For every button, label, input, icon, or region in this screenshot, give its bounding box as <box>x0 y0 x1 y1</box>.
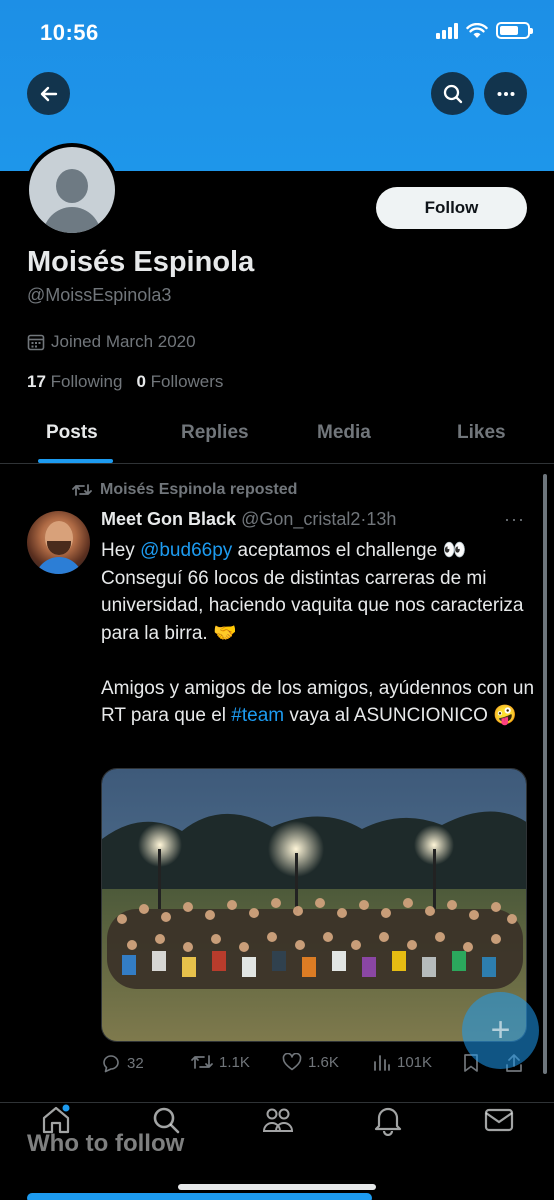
search-icon <box>443 84 462 103</box>
plus-icon: + <box>490 1011 511 1049</box>
who-to-follow-heading: Who to follow <box>27 1130 185 1157</box>
tab-replies[interactable]: Replies <box>181 422 249 444</box>
followers-link[interactable]: 0 Followers <box>136 372 223 392</box>
heart-icon <box>282 1053 302 1071</box>
compose-button[interactable]: + <box>462 992 539 1069</box>
tweet-author-avatar[interactable] <box>27 511 90 574</box>
tab-media[interactable]: Media <box>317 422 371 444</box>
joined-date: Joined March 2020 <box>27 332 196 352</box>
tweet-more-icon[interactable]: ··· <box>504 509 525 530</box>
repost-label: Moisés Espinola reposted <box>100 481 298 498</box>
search-button[interactable] <box>431 72 474 115</box>
profile-name: Moisés Espinola <box>27 246 255 278</box>
tab-posts[interactable]: Posts <box>46 422 98 444</box>
tweet-mention[interactable]: @bud66py <box>140 540 232 561</box>
like-button[interactable]: 1.6K <box>282 1053 339 1071</box>
more-button[interactable] <box>484 72 527 115</box>
communities-icon <box>262 1108 294 1132</box>
status-time: 10:56 <box>40 20 99 45</box>
calendar-icon <box>27 334 45 351</box>
nav-notifications[interactable] <box>373 1104 403 1141</box>
profile-tabs: Posts Replies Media Likes <box>0 404 554 464</box>
tweet-photo[interactable] <box>101 768 527 1042</box>
tweet-time[interactable]: 13h <box>366 509 396 529</box>
tweet-text-hey: Hey <box>101 540 141 561</box>
nav-communities[interactable] <box>261 1104 295 1141</box>
more-horizontal-icon <box>497 91 514 96</box>
follow-button[interactable]: Follow <box>376 187 527 229</box>
retweet-count: 1.1K <box>219 1053 250 1071</box>
following-label: Following <box>50 372 123 391</box>
profile-handle: @MoissEspinola3 <box>27 285 172 305</box>
back-button[interactable] <box>27 72 70 115</box>
tweet-text-line3-end: vaya al ASUNCIONICO 🤪 <box>284 705 517 726</box>
tweet-author-name[interactable]: Meet Gon Black <box>101 509 236 529</box>
status-bar: 10:56 <box>0 0 554 66</box>
battery-icon <box>496 22 533 39</box>
followers-label: Followers <box>150 372 224 391</box>
tweet-author-handle[interactable]: @Gon_cristal2 <box>241 509 360 529</box>
joined-text: Joined March 2020 <box>51 332 196 351</box>
like-count: 1.6K <box>308 1053 339 1071</box>
view-count: 101K <box>397 1053 433 1071</box>
tweet-actions: 32 1.1K 1.6K 101K <box>101 1053 531 1079</box>
views-button[interactable]: 101K <box>373 1053 432 1071</box>
repost-indicator: Moisés Espinola reposted <box>72 481 297 499</box>
active-tab-indicator <box>38 459 113 463</box>
following-link[interactable]: 17 Following <box>27 372 122 392</box>
profile-avatar[interactable] <box>25 143 119 237</box>
tweet-text-line1: aceptamos el challenge 👀 <box>232 540 467 561</box>
repost-icon <box>72 484 92 496</box>
reply-button[interactable]: 32 <box>101 1053 144 1073</box>
group-photo <box>102 769 526 1041</box>
messages-icon <box>484 1108 514 1132</box>
reply-icon <box>103 1055 119 1073</box>
tab-likes[interactable]: Likes <box>457 422 506 444</box>
notifications-icon <box>374 1107 402 1137</box>
views-icon <box>374 1055 390 1071</box>
followers-count: 0 <box>136 372 146 391</box>
tweet-hashtag[interactable]: #team <box>231 705 284 726</box>
tweet-text: Hey @bud66py aceptamos el challenge 👀 Co… <box>101 537 541 730</box>
scrollbar[interactable] <box>543 474 547 1074</box>
arrow-left-icon <box>40 86 57 101</box>
default-avatar-icon <box>29 147 115 233</box>
wifi-icon <box>466 22 488 38</box>
reply-count: 32 <box>127 1054 144 1072</box>
retweet-button[interactable]: 1.1K <box>191 1053 250 1071</box>
follow-stats: 17 Following 0 Followers <box>27 372 223 392</box>
signal-icon <box>436 22 458 39</box>
tweet-header: Meet Gon Black @Gon_cristal2·13h <box>101 509 396 530</box>
following-count: 17 <box>27 372 46 391</box>
retweet-icon <box>191 1055 213 1069</box>
follow-suggestion-button[interactable] <box>27 1193 372 1200</box>
nav-messages[interactable] <box>483 1104 515 1141</box>
status-icons <box>436 22 533 39</box>
home-indicator <box>178 1184 376 1190</box>
tweet-text-line2: Conseguí 66 locos de distintas carreras … <box>101 567 524 644</box>
